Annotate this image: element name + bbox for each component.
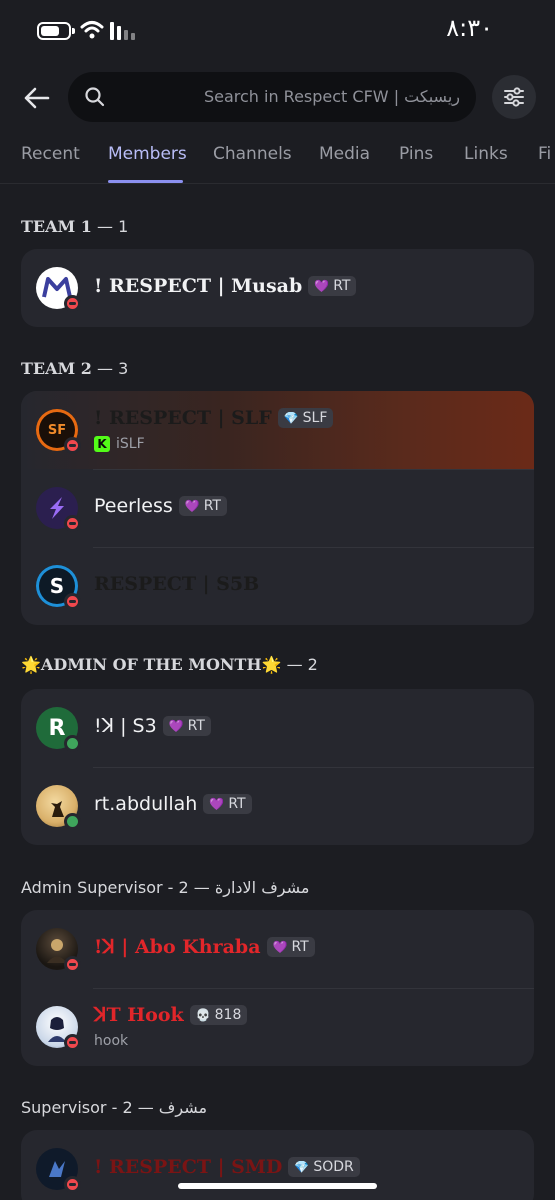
member-name: rt.abdullah bbox=[94, 793, 198, 815]
server-tag: 💜 RT bbox=[203, 794, 252, 814]
filter-button[interactable] bbox=[492, 75, 536, 119]
member-name: !ꓘ | Abo Khraba bbox=[94, 936, 261, 958]
online-status-icon bbox=[64, 735, 81, 752]
member-row[interactable]: ! RESPECT | Musab 💜 RT bbox=[21, 249, 534, 327]
status-bar: ٨:٣٠ bbox=[0, 0, 555, 62]
member-row[interactable]: !ꓘ | Abo Khraba 💜 RT bbox=[21, 910, 534, 988]
purple-heart-icon: 💜 bbox=[168, 719, 184, 733]
member-row[interactable]: S RESPECT | S5B bbox=[21, 547, 534, 625]
kick-icon: K bbox=[94, 436, 110, 452]
tab-channels[interactable]: Channels bbox=[213, 144, 292, 164]
avatar bbox=[36, 1006, 81, 1051]
tab-members[interactable]: Members bbox=[108, 144, 187, 164]
avatar: SF bbox=[36, 409, 81, 454]
avatar bbox=[36, 487, 81, 532]
search-input[interactable]: Search in Respect CFW | ريسبكت bbox=[68, 72, 476, 122]
member-row[interactable]: Peerless 💜 RT bbox=[21, 469, 534, 547]
member-name: RESPECT | S5B bbox=[94, 573, 260, 595]
section-header: TEAM 1 — 1 bbox=[21, 217, 129, 236]
cellular-signal-icon bbox=[110, 22, 135, 40]
blue-gem-icon: 💎 bbox=[294, 1160, 310, 1174]
back-button[interactable] bbox=[18, 80, 54, 116]
member-card: SF ! RESPECT | SLF 💎 SLF K iSLF Peerless … bbox=[21, 391, 534, 625]
dnd-status-icon bbox=[64, 956, 81, 973]
member-row[interactable]: ! RESPECT | SMD 💎 SODR bbox=[21, 1130, 534, 1200]
skull-icon: 💀 bbox=[195, 1008, 211, 1022]
member-card: !ꓘ | Abo Khraba 💜 RT ꓘT Hook 💀 818 hook bbox=[21, 910, 534, 1066]
server-tag: 💀 818 bbox=[189, 1005, 248, 1025]
status-time: ٨:٣٠ bbox=[446, 14, 493, 42]
member-row[interactable]: SF ! RESPECT | SLF 💎 SLF K iSLF bbox=[21, 391, 534, 469]
dnd-status-icon bbox=[64, 437, 81, 454]
purple-heart-icon: 💜 bbox=[272, 940, 288, 954]
purple-heart-icon: 💜 bbox=[314, 279, 330, 293]
search-icon bbox=[85, 87, 105, 107]
purple-heart-icon: 💜 bbox=[184, 499, 200, 513]
dnd-status-icon bbox=[64, 593, 81, 610]
orange-gem-icon: 💎 bbox=[283, 411, 299, 425]
member-name: !ꓘ | S3 bbox=[94, 715, 157, 737]
avatar: R bbox=[36, 707, 81, 752]
tab-recent[interactable]: Recent bbox=[21, 144, 80, 164]
member-name: ! RESPECT | Musab bbox=[94, 275, 303, 297]
server-tag: 💜 RT bbox=[162, 716, 211, 736]
server-tag: 💎 SLF bbox=[277, 408, 334, 428]
member-row[interactable]: ꓘT Hook 💀 818 hook bbox=[21, 988, 534, 1066]
back-arrow-icon bbox=[24, 87, 50, 109]
server-tag: 💎 SODR bbox=[288, 1157, 360, 1177]
section-header: TEAM 2 — 3 bbox=[21, 359, 129, 378]
avatar bbox=[36, 785, 81, 830]
tab-files[interactable]: Fi bbox=[538, 144, 551, 164]
search-placeholder: Search in Respect CFW | ريسبكت bbox=[203, 87, 460, 106]
purple-heart-icon: 💜 bbox=[209, 797, 225, 811]
member-row[interactable]: R !ꓘ | S3 💜 RT bbox=[21, 689, 534, 767]
tab-pins[interactable]: Pins bbox=[399, 144, 433, 164]
dnd-status-icon bbox=[64, 1176, 81, 1193]
member-row[interactable]: rt.abdullah 💜 RT bbox=[21, 767, 534, 845]
dnd-status-icon bbox=[64, 1034, 81, 1051]
tab-bar: Recent Members Channels Media Pins Links… bbox=[0, 136, 555, 184]
online-status-icon bbox=[64, 813, 81, 830]
server-tag: 💜 RT bbox=[266, 937, 315, 957]
dnd-status-icon bbox=[64, 515, 81, 532]
dnd-status-icon bbox=[64, 295, 81, 312]
member-name: ! RESPECT | SLF bbox=[94, 407, 272, 429]
member-name: Peerless bbox=[94, 495, 173, 517]
wifi-icon bbox=[80, 21, 104, 39]
member-card: R !ꓘ | S3 💜 RT rt.abdullah 💜 RT bbox=[21, 689, 534, 845]
active-tab-indicator bbox=[108, 180, 183, 183]
member-name: ! RESPECT | SMD bbox=[94, 1156, 283, 1178]
tab-media[interactable]: Media bbox=[319, 144, 370, 164]
section-header: Supervisor - 2 — مشرف bbox=[21, 1098, 208, 1117]
member-name: ꓘT Hook bbox=[94, 1004, 184, 1026]
server-tag: 💜 RT bbox=[178, 496, 227, 516]
member-card: ! RESPECT | Musab 💜 RT bbox=[21, 249, 534, 327]
server-tag: 💜 RT bbox=[308, 276, 357, 296]
avatar bbox=[36, 928, 81, 973]
avatar: S bbox=[36, 565, 81, 610]
member-activity: hook bbox=[94, 1033, 129, 1049]
tab-links[interactable]: Links bbox=[464, 144, 508, 164]
home-indicator[interactable] bbox=[178, 1183, 377, 1189]
sliders-icon bbox=[504, 87, 524, 107]
battery-icon bbox=[37, 22, 75, 40]
section-header: 🌟ADMIN OF THE MONTH🌟 — 2 bbox=[21, 655, 318, 674]
section-header: Admin Supervisor - 2 — مشرف الادارة bbox=[21, 878, 310, 897]
member-activity: K iSLF bbox=[94, 436, 145, 452]
avatar bbox=[36, 267, 81, 312]
avatar bbox=[36, 1148, 81, 1193]
member-card: ! RESPECT | SMD 💎 SODR bbox=[21, 1130, 534, 1200]
